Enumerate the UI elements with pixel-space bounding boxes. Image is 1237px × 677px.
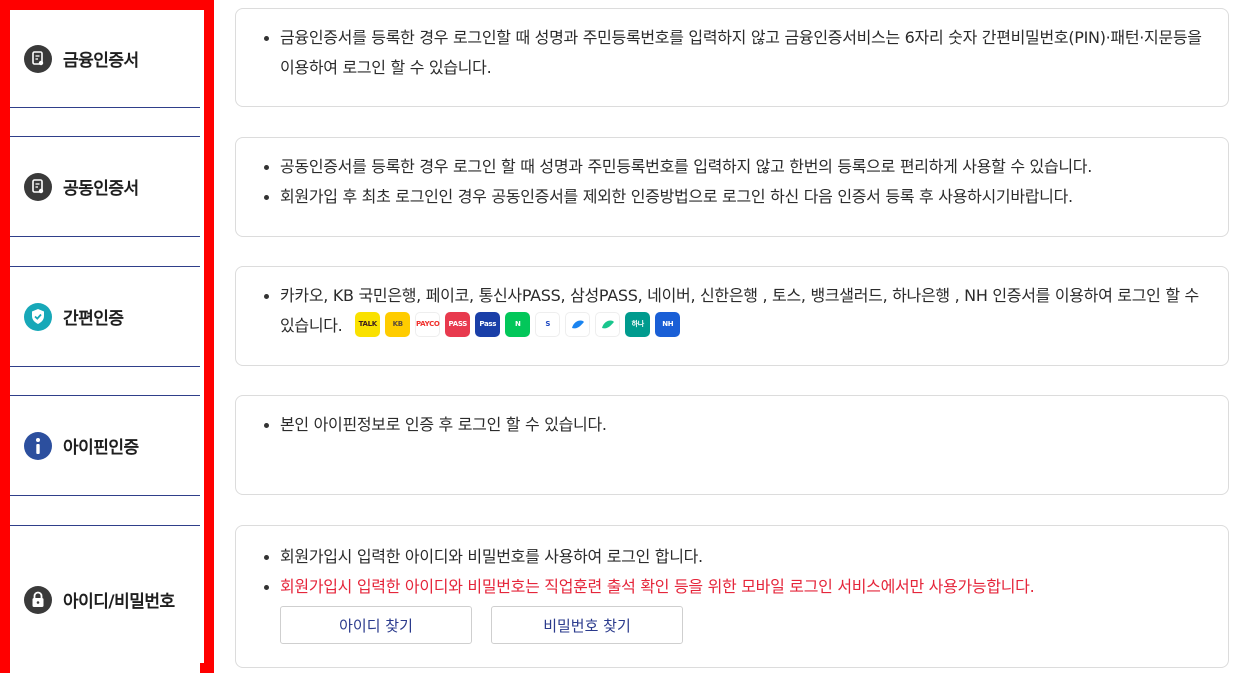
lock-icon — [24, 585, 52, 614]
nav-item-joint-cert[interactable]: 공동인증서 — [10, 136, 200, 237]
provider-logos: TALK KB PAYCO PASS Pass N S 하나 NH — [355, 312, 681, 337]
nav-item-ipin[interactable]: 아이핀인증 — [10, 395, 200, 496]
info-text: 회원가입시 입력한 아이디와 비밀번호를 사용하여 로그인 합니다. — [260, 542, 1208, 572]
nav-label: 아이디/비밀번호 — [63, 592, 175, 612]
simple-auth-panel: 카카오, KB 국민은행, 페이코, 통신사PASS, 삼성PASS, 네이버,… — [235, 266, 1229, 366]
info-text: 공동인증서를 등록한 경우 로그인 할 때 성명과 주민등록번호를 입력하지 않… — [260, 152, 1208, 182]
kb-icon: KB — [385, 312, 411, 337]
shinhan-icon: S — [535, 312, 561, 337]
id-password-panel: 회원가입시 입력한 아이디와 비밀번호를 사용하여 로그인 합니다. 회원가입시… — [235, 525, 1229, 668]
info-text-item: 카카오, KB 국민은행, 페이코, 통신사PASS, 삼성PASS, 네이버,… — [260, 281, 1208, 341]
warning-text: 회원가입시 입력한 아이디와 비밀번호는 직업훈련 출석 확인 등을 위한 모바… — [260, 572, 1208, 602]
joint-cert-panel: 공동인증서를 등록한 경우 로그인 할 때 성명과 주민등록번호를 입력하지 않… — [235, 137, 1229, 237]
pass-icon: PASS — [445, 312, 471, 337]
info-text: 금융인증서를 등록한 경우 로그인할 때 성명과 주민등록번호를 입력하지 않고… — [260, 23, 1208, 83]
hana-icon: 하나 — [625, 312, 651, 337]
find-password-button[interactable]: 비밀번호 찾기 — [491, 606, 683, 644]
nav-label: 공동인증서 — [63, 179, 139, 199]
nav-item-id-password[interactable]: 아이디/비밀번호 — [10, 525, 200, 673]
info-icon — [24, 431, 52, 460]
naver-icon: N — [505, 312, 531, 337]
shield-check-icon — [24, 302, 52, 331]
nav-label: 아이핀인증 — [63, 438, 139, 458]
certificate-icon — [24, 44, 52, 73]
nav-label: 간편인증 — [63, 309, 124, 329]
find-id-button[interactable]: 아이디 찾기 — [280, 606, 472, 644]
samsung-pass-icon: Pass — [475, 312, 501, 337]
payco-icon: PAYCO — [415, 312, 441, 337]
toss-icon — [565, 312, 591, 337]
info-text: 본인 아이핀정보로 인증 후 로그인 할 수 있습니다. — [260, 410, 1208, 440]
nav-label: 금융인증서 — [63, 51, 139, 71]
certificate-icon — [24, 172, 52, 201]
nav-item-financial-cert[interactable]: 금융인증서 — [10, 10, 200, 108]
nh-icon: NH — [655, 312, 681, 337]
nav-item-simple-auth[interactable]: 간편인증 — [10, 266, 200, 367]
auth-method-sidebar: 금융인증서 공동인증서 간편인증 아이핀인증 아이디/비밀번호 — [0, 0, 214, 673]
info-text: 회원가입 후 최초 로그인인 경우 공동인증서를 제외한 인증방법으로 로그인 … — [260, 182, 1208, 212]
kakao-icon: TALK — [355, 312, 381, 337]
ipin-panel: 본인 아이핀정보로 인증 후 로그인 할 수 있습니다. — [235, 395, 1229, 495]
banksalad-icon — [595, 312, 621, 337]
financial-cert-panel: 금융인증서를 등록한 경우 로그인할 때 성명과 주민등록번호를 입력하지 않고… — [235, 8, 1229, 107]
